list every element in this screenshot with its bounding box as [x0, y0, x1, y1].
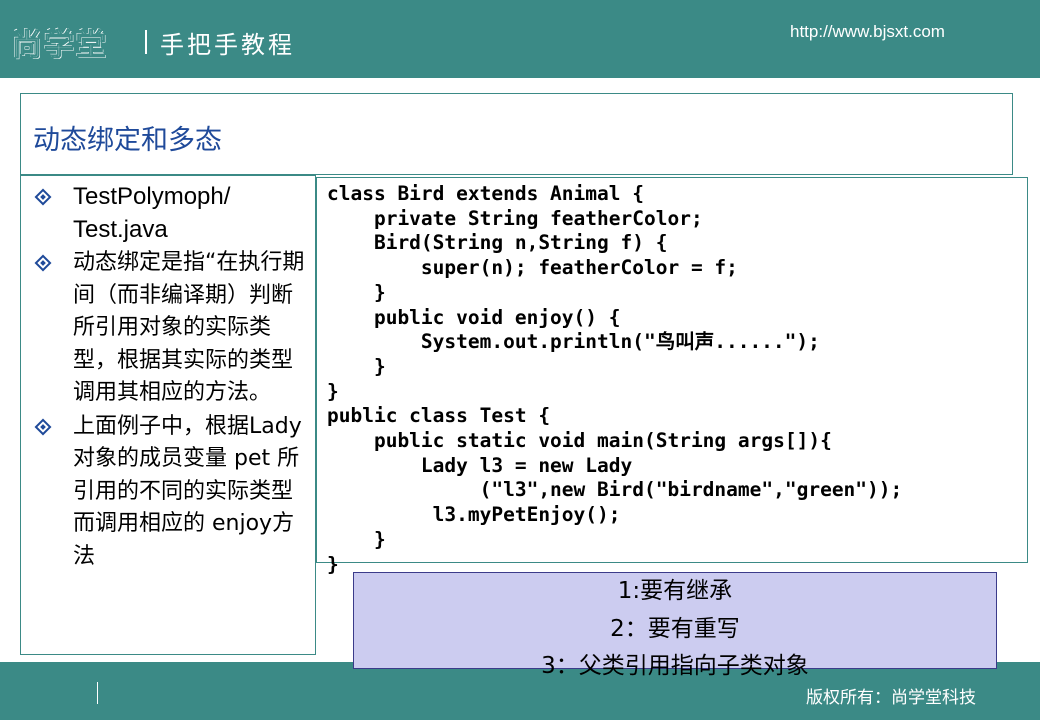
code-line: } [327, 354, 386, 378]
bullet-item: 动态绑定是指“在执行期间（而非编译期）判断所引用对象的实际类型，根据其实际的类型… [33, 247, 313, 410]
code-line: l3.myPetEnjoy(); [327, 503, 621, 527]
bullet-text: TestPolymoph/ Test.java [73, 183, 231, 243]
bullet-panel: TestPolymoph/ Test.java 动态绑定是指“在执行期间（而非编… [20, 175, 316, 655]
code-block: class Bird extends Animal { private Stri… [327, 182, 902, 577]
diamond-bullet-icon [34, 418, 52, 435]
header-tagline: 手把手教程 [160, 31, 295, 59]
header-divider [145, 30, 147, 54]
bullet-list: TestPolymoph/ Test.java 动态绑定是指“在执行期间（而非编… [33, 181, 313, 574]
bullet-item: 上面例子中，根据Lady 对象的成员变量 pet 所引用的不同的实际类型而调用相… [33, 411, 313, 574]
code-panel: class Bird extends Animal { private Stri… [316, 177, 1028, 576]
code-line: public static void main(String args[]){ [327, 429, 832, 453]
summary-box: 1:要有继承 2：要有重写 3：父类引用指向子类对象 [353, 572, 997, 679]
logo: 尚学堂 [12, 28, 108, 64]
diamond-bullet-icon [34, 188, 52, 206]
bullet-item: TestPolymoph/ Test.java [33, 181, 313, 246]
code-line: super(n); featherColor = f; [327, 256, 738, 280]
summary-line-inheritance: 1:要有继承 [617, 578, 733, 604]
code-line: ("l3",new Bird("birdname","green")); [327, 478, 903, 502]
title-box: 动态绑定和多态 [20, 93, 1013, 175]
header-bar: 尚学堂 手把手教程 http://www.bjsxt.com [0, 0, 1040, 78]
code-line: } [327, 379, 339, 403]
diamond-bullet-icon [34, 254, 52, 272]
code-line: public void enjoy() { [327, 305, 621, 329]
summary-line-override: 2：要有重写 [610, 616, 740, 642]
code-line: } [327, 280, 386, 304]
code-line: class Bird extends Animal { [327, 182, 644, 205]
code-line: System.out.println("鸟叫声......"); [327, 330, 820, 354]
summary-line-parent-reference: 3：父类引用指向子类对象 [541, 653, 809, 679]
code-line: public class Test { [327, 404, 551, 428]
code-line: } [327, 527, 386, 551]
copyright-text: 版权所有：尚学堂科技 [806, 688, 976, 708]
footer-divider [97, 682, 98, 704]
code-line: Bird(String n,String f) { [327, 231, 668, 255]
code-line: Lady l3 = new Lady [327, 453, 633, 477]
code-line: private String featherColor; [327, 206, 703, 230]
slide-title: 动态绑定和多态 [33, 125, 222, 156]
bullet-text: 上面例子中，根据Lady 对象的成员变量 pet 所引用的不同的实际类型而调用相… [73, 413, 302, 569]
site-url[interactable]: http://www.bjsxt.com [790, 22, 945, 42]
bullet-text: 动态绑定是指“在执行期间（而非编译期）判断所引用对象的实际类型，根据其实际的类型… [73, 250, 305, 405]
